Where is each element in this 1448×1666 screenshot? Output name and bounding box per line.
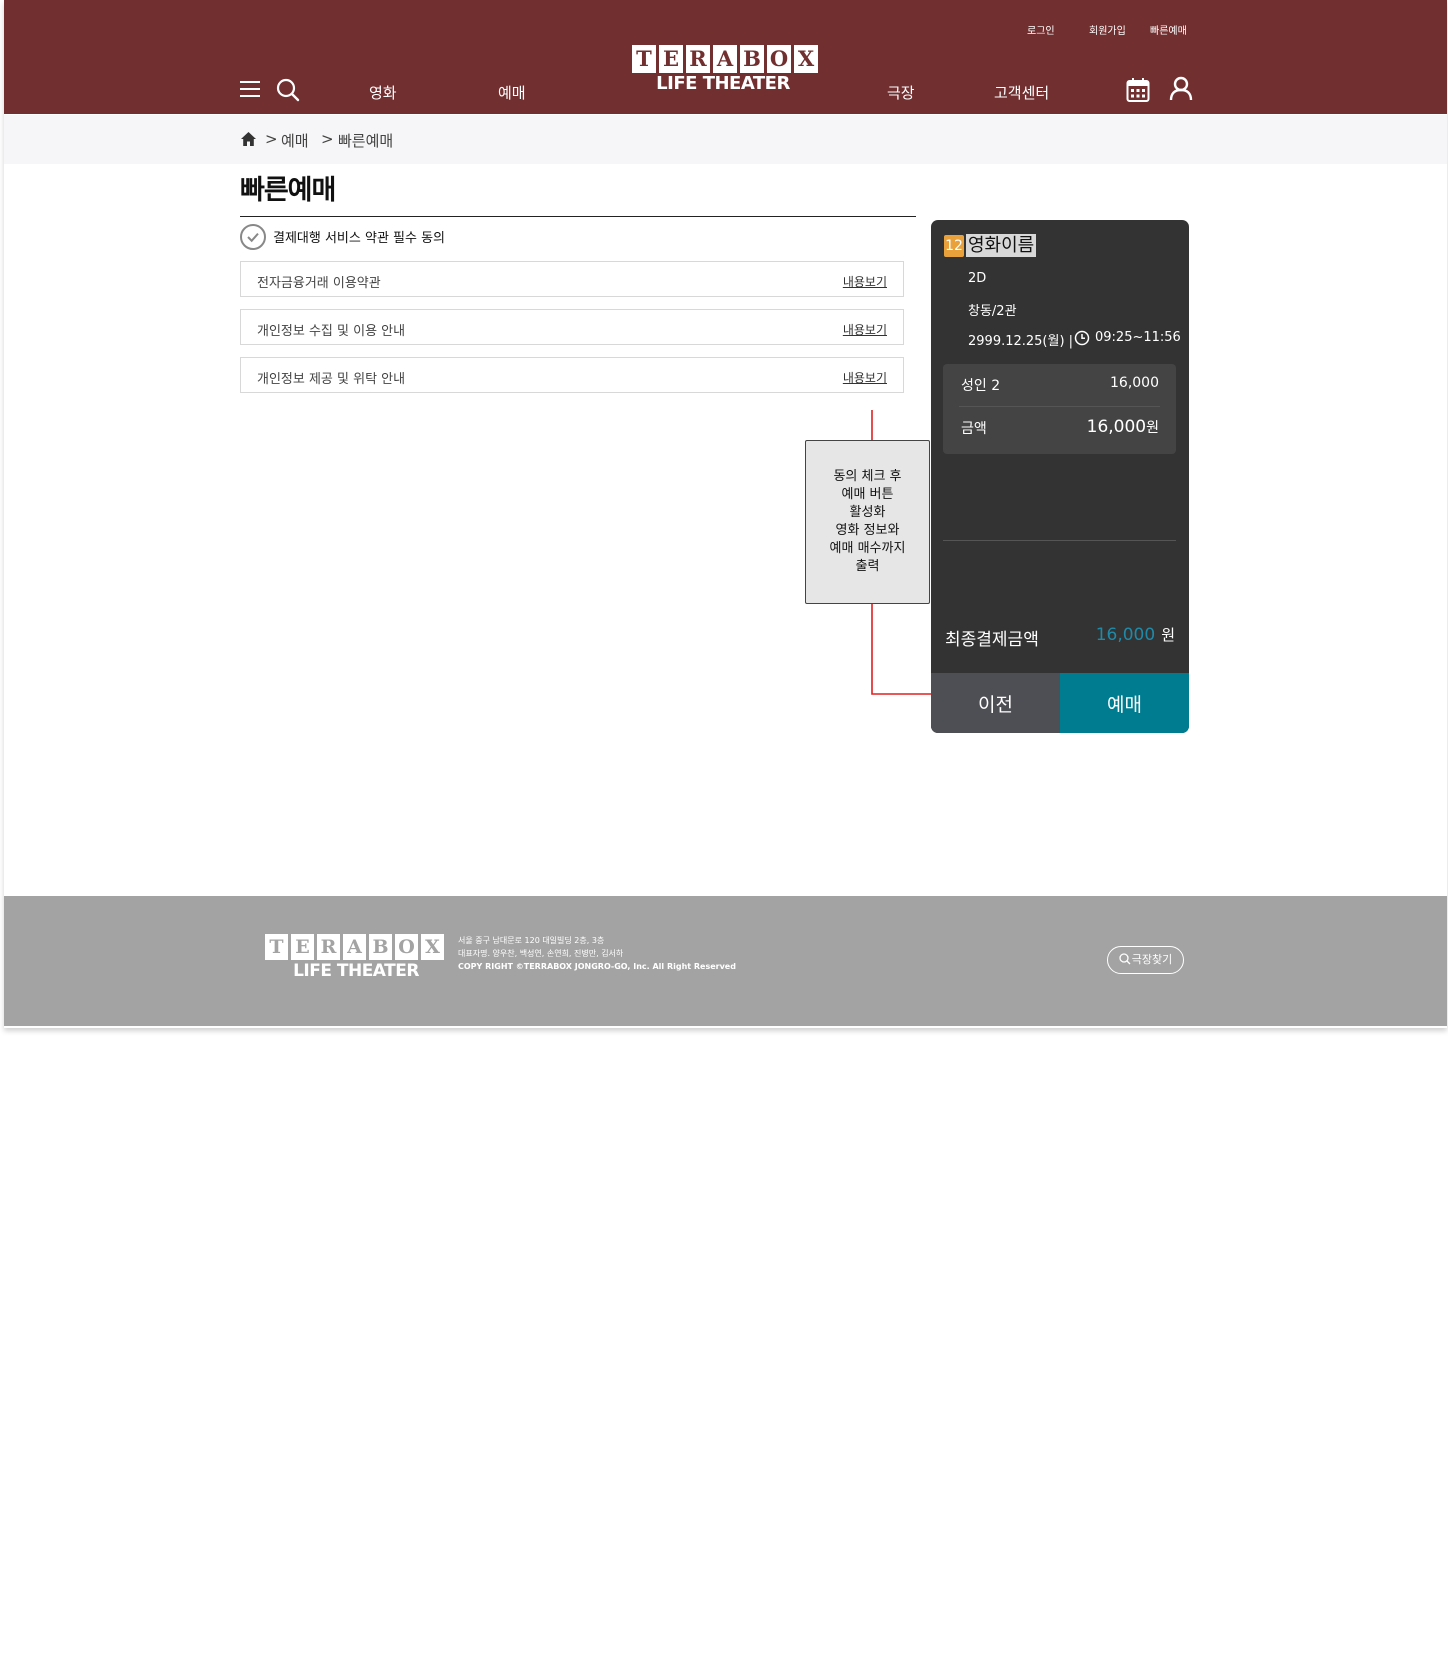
price-divider	[959, 406, 1160, 407]
view-terms-link[interactable]: 내용보기	[843, 321, 887, 338]
logo-letter: E	[291, 934, 314, 960]
booking-summary-panel: 12 영화이름 2D 창동/2관 2999.12.25(월) | 09:25~1…	[931, 220, 1189, 733]
show-time: 09:25~11:56	[1095, 330, 1181, 345]
logo-letters: T E R A B O X	[632, 45, 822, 73]
site-footer: T E R A B O X LIFE THEATER 서울 중구 남대문로 12…	[4, 896, 1447, 1026]
final-amount-label: 최종결제금액	[945, 630, 1039, 650]
check-icon	[247, 232, 259, 243]
amount-unit: 원	[1146, 420, 1159, 436]
amount-value: 16,000	[1086, 417, 1147, 437]
logo-letter: B	[740, 45, 764, 73]
agree-all-label: 결제대행 서비스 약관 필수 동의	[273, 231, 446, 246]
find-theater-label: 극장찾기	[1131, 953, 1173, 966]
logo-letter: A	[713, 45, 737, 73]
show-date: 2999.12.25(월) |	[968, 334, 1074, 349]
logo-letter: B	[369, 934, 392, 960]
site-header: 로그인 회원가입 빠른예매 영화 예매 T E R A B O X LIFE T…	[4, 0, 1447, 114]
breadcrumb-separator: >	[321, 130, 334, 148]
view-terms-link[interactable]: 내용보기	[843, 369, 887, 386]
final-amount-value: 16,000	[1095, 625, 1156, 645]
movie-format: 2D	[968, 271, 987, 286]
theater-name: 창동/2관	[968, 304, 1017, 319]
logo-letter: R	[686, 45, 710, 73]
nav-movies[interactable]: 영화	[369, 82, 397, 103]
final-amount: 16,000 원	[1096, 624, 1175, 645]
logo-letter: R	[317, 934, 340, 960]
breadcrumb-item-quick-booking[interactable]: 빠른예매	[338, 130, 393, 151]
nav-booking[interactable]: 예매	[498, 82, 526, 103]
annotation-text: 동의 체크 후 예매 버튼 활성화 영화 정보와 예매 매수까지 출력	[829, 469, 906, 574]
logo-letter: X	[421, 934, 444, 960]
nav-customer-center[interactable]: 고객센터	[994, 82, 1049, 103]
logo-subtitle: LIFE THEATER	[656, 73, 790, 94]
movie-title: 영화이름	[966, 234, 1037, 257]
terabox-logo[interactable]: T E R A B O X LIFE THEATER	[632, 45, 822, 101]
company-representatives: 대표자명. 양우찬, 백성연, 손연희, 진병만, 김서하	[458, 949, 624, 958]
page-frame: 로그인 회원가입 빠른예매 영화 예매 T E R A B O X LIFE T…	[4, 0, 1447, 1028]
logo-letter: T	[632, 45, 656, 73]
logo-letter: A	[343, 934, 366, 960]
amount-label: 금액	[961, 421, 987, 437]
find-theater-button[interactable]: 극장찾기	[1107, 946, 1184, 974]
breadcrumb-separator: >	[265, 130, 278, 148]
search-icon	[1119, 953, 1131, 965]
logo-letter: O	[395, 934, 418, 960]
search-icon[interactable]	[276, 78, 300, 102]
terms-label: 개인정보 제공 및 위탁 안내	[257, 372, 406, 387]
footer-logo-subtitle: LIFE THEATER	[293, 961, 419, 981]
footer-logo-letters: T E R A B O X	[265, 934, 447, 960]
calendar-icon[interactable]	[1126, 77, 1150, 103]
agree-all-checkbox[interactable]	[240, 224, 266, 250]
ticket-price: 16,000	[1110, 375, 1159, 391]
ticket-label: 성인 2	[961, 378, 1001, 394]
price-breakdown: 성인 2 16,000 금액 16,000원	[943, 364, 1176, 454]
previous-button[interactable]: 이전	[931, 673, 1060, 733]
quick-booking-link[interactable]: 빠른예매	[1150, 22, 1187, 37]
footer-logo: T E R A B O X LIFE THEATER	[265, 934, 447, 981]
page-title: 빠른예매	[240, 175, 336, 206]
annotation-note: 동의 체크 후 예매 버튼 활성화 영화 정보와 예매 매수까지 출력	[805, 440, 930, 604]
terms-label: 전자금융거래 이용약관	[257, 276, 381, 291]
terms-row: 전자금융거래 이용약관 내용보기	[240, 261, 904, 297]
login-link[interactable]: 로그인	[1027, 22, 1055, 37]
user-icon[interactable]	[1169, 76, 1193, 102]
menu-icon[interactable]	[240, 80, 260, 98]
amount-total: 16,000원	[1087, 417, 1159, 437]
title-divider	[240, 216, 916, 217]
logo-letter: E	[659, 45, 683, 73]
terms-row: 개인정보 수집 및 이용 안내 내용보기	[240, 309, 904, 345]
nav-theaters[interactable]: 극장	[887, 82, 915, 103]
terms-label: 개인정보 수집 및 이용 안내	[257, 324, 406, 339]
age-rating-badge: 12	[944, 235, 964, 257]
breadcrumb: > 예매 > 빠른예매	[4, 115, 1447, 164]
clock-icon	[1074, 330, 1090, 346]
breadcrumb-item-booking[interactable]: 예매	[281, 130, 309, 151]
view-terms-link[interactable]: 내용보기	[843, 273, 887, 290]
signup-link[interactable]: 회원가입	[1089, 22, 1126, 37]
final-amount-unit: 원	[1161, 626, 1175, 644]
panel-divider	[943, 540, 1176, 541]
book-button[interactable]: 예매	[1060, 673, 1189, 733]
terms-row: 개인정보 제공 및 위탁 안내 내용보기	[240, 357, 904, 393]
copyright: COPY RIGHT ©TERRABOX JONGRO-GO, Inc. All…	[458, 962, 736, 971]
home-icon[interactable]	[241, 132, 256, 146]
company-address: 서울 중구 남대문로 120 대일빌딩 2층, 3층	[458, 936, 605, 945]
company-info: 서울 중구 남대문로 120 대일빌딩 2층, 3층 대표자명. 양우찬, 백성…	[458, 934, 736, 973]
logo-letter: O	[767, 45, 791, 73]
logo-letter: X	[794, 45, 818, 73]
logo-letter: T	[265, 934, 288, 960]
